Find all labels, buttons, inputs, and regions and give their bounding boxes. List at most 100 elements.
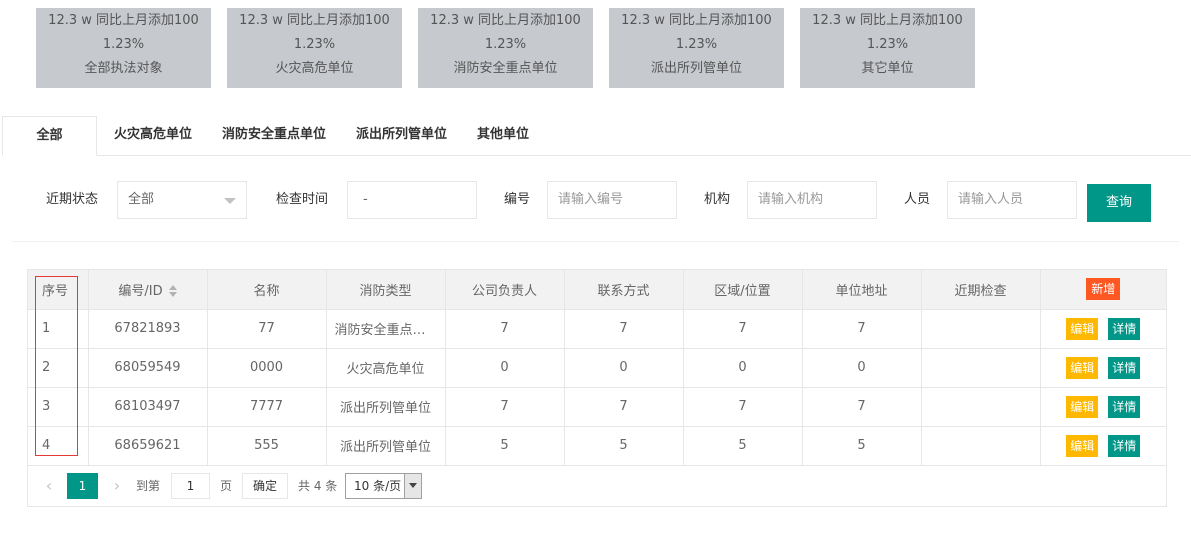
detail-button[interactable]: 详情: [1108, 356, 1141, 379]
chevron-down-icon[interactable]: [404, 473, 421, 498]
cell-contact: 5: [564, 426, 684, 466]
cell-name: 0000: [207, 348, 327, 388]
cell-index: 1: [28, 309, 89, 349]
stat-line1: 12.3 w 同比上月添加100: [812, 13, 963, 28]
table-row: 2 68059549 0000 火灾高危单位 0 0 0 0 编辑 详情: [28, 348, 1166, 388]
stat-line1: 12.3 w 同比上月添加100: [48, 13, 199, 28]
stat-label: 火灾高危单位: [275, 61, 354, 76]
stat-card-fire-risk: 12.3 w 同比上月添加100 1.23% 火灾高危单位: [227, 8, 402, 88]
stat-line2: 1.23%: [293, 37, 336, 52]
stat-card-police-unit: 12.3 w 同比上月添加100 1.23% 派出所列管单位: [609, 8, 784, 88]
detail-button[interactable]: 详情: [1108, 395, 1141, 418]
current-page-button[interactable]: 1: [67, 472, 98, 499]
cell-actions: 编辑 详情: [1040, 348, 1166, 388]
edit-button[interactable]: 编辑: [1066, 356, 1099, 379]
col-name: 名称: [207, 270, 327, 310]
table-row: 1 67821893 77 消防安全重点单位 7 7 7 7 编辑 详情: [28, 309, 1166, 349]
stat-card-key-unit: 12.3 w 同比上月添加100 1.23% 消防安全重点单位: [418, 8, 593, 88]
edit-button[interactable]: 编辑: [1066, 395, 1099, 418]
tab-all[interactable]: 全部: [2, 116, 97, 156]
tab-fire-risk[interactable]: 火灾高危单位: [99, 116, 207, 156]
prev-page-button[interactable]: ‹: [42, 473, 56, 499]
cell-fire-type: 火灾高危单位: [326, 348, 446, 388]
person-input[interactable]: 请输入人员: [947, 181, 1077, 219]
confirm-button[interactable]: 确定: [242, 472, 288, 499]
org-input[interactable]: 请输入机构: [747, 181, 877, 219]
cell-address: 7: [802, 309, 922, 349]
cell-name: 7777: [207, 387, 327, 427]
cell-actions: 编辑 详情: [1040, 309, 1166, 349]
cell-recent-check: [921, 426, 1041, 466]
detail-button[interactable]: 详情: [1108, 317, 1141, 340]
filter-bar: 近期状态 全部 检查时间 - 编号 请输入编号 机构 请输入机构 人员 请输入人…: [0, 181, 1191, 222]
col-id[interactable]: 编号/ID: [88, 270, 208, 310]
cell-manager: 7: [445, 387, 565, 427]
stats-cards: 12.3 w 同比上月添加100 1.23% 全部执法对象 12.3 w 同比上…: [36, 8, 975, 88]
stat-line2: 1.23%: [866, 37, 909, 52]
sort-icon[interactable]: [168, 285, 177, 298]
stat-label: 消防安全重点单位: [453, 61, 558, 76]
id-input[interactable]: 请输入编号: [547, 181, 677, 219]
cell-recent-check: [921, 387, 1041, 427]
cell-manager: 0: [445, 348, 565, 388]
edit-button[interactable]: 编辑: [1066, 434, 1099, 457]
cell-region: 5: [683, 426, 803, 466]
status-label: 近期状态: [46, 192, 99, 207]
col-id-label: 编号/ID: [118, 283, 163, 299]
cell-index: 4: [28, 426, 89, 466]
page-size-select[interactable]: 10 条/页: [345, 472, 422, 499]
goto-label: 到第: [136, 478, 161, 493]
cell-manager: 5: [445, 426, 565, 466]
cell-address: 5: [802, 426, 922, 466]
stat-label: 其它单位: [861, 61, 914, 76]
stat-line2: 1.23%: [484, 37, 527, 52]
cell-region: 7: [683, 387, 803, 427]
cell-recent-check: [921, 309, 1041, 349]
col-index: 序号: [28, 270, 89, 310]
table-row: 3 68103497 7777 派出所列管单位 7 7 7 7 编辑 详情: [28, 387, 1166, 427]
tab-police-unit[interactable]: 派出所列管单位: [341, 116, 462, 156]
person-label: 人员: [904, 192, 931, 207]
detail-button[interactable]: 详情: [1108, 434, 1141, 457]
edit-button[interactable]: 编辑: [1066, 317, 1099, 340]
goto-page-input[interactable]: 1: [171, 472, 210, 499]
page-size-value: 10 条/页: [354, 478, 402, 493]
cell-id: 68059549: [88, 348, 208, 388]
stat-line1: 12.3 w 同比上月添加100: [239, 13, 390, 28]
col-address: 单位地址: [802, 270, 922, 310]
time-range-input[interactable]: -: [347, 181, 477, 219]
tab-other[interactable]: 其他单位: [462, 116, 544, 156]
cell-fire-type: 消防安全重点单位: [326, 309, 446, 349]
cell-id: 68659621: [88, 426, 208, 466]
stat-line1: 12.3 w 同比上月添加100: [621, 13, 772, 28]
cell-address: 0: [802, 348, 922, 388]
cell-index: 2: [28, 348, 89, 388]
col-fire-type: 消防类型: [326, 270, 446, 310]
org-label: 机构: [704, 192, 731, 207]
stat-card-all: 12.3 w 同比上月添加100 1.23% 全部执法对象: [36, 8, 211, 88]
divider: [12, 241, 1179, 242]
id-label: 编号: [504, 192, 531, 207]
page-label: 页: [220, 478, 233, 493]
total-count: 共 4 条: [298, 478, 338, 493]
cell-name: 555: [207, 426, 327, 466]
tab-key-unit[interactable]: 消防安全重点单位: [207, 116, 341, 156]
cell-id: 67821893: [88, 309, 208, 349]
cell-recent-check: [921, 348, 1041, 388]
cell-fire-type: 派出所列管单位: [326, 387, 446, 427]
cell-manager: 7: [445, 309, 565, 349]
cell-contact: 7: [564, 387, 684, 427]
col-manager: 公司负责人: [445, 270, 565, 310]
col-contact: 联系方式: [564, 270, 684, 310]
cell-actions: 编辑 详情: [1040, 387, 1166, 427]
add-button[interactable]: 新增: [1086, 278, 1121, 301]
pagination: ‹ 1 › 到第 1 页 确定 共 4 条 10 条/页: [28, 466, 1166, 506]
stat-line1: 12.3 w 同比上月添加100: [430, 13, 581, 28]
col-recent-check: 近期检查: [921, 270, 1041, 310]
cell-region: 0: [683, 348, 803, 388]
query-button[interactable]: 查询: [1087, 184, 1151, 222]
units-table: 序号 编号/ID 名称 消防类型 公司负责人 联系方式 区域/位置 单位地址 近…: [27, 269, 1167, 507]
next-page-button[interactable]: ›: [110, 473, 124, 499]
stat-line2: 1.23%: [675, 37, 718, 52]
status-select[interactable]: 全部: [117, 181, 247, 219]
